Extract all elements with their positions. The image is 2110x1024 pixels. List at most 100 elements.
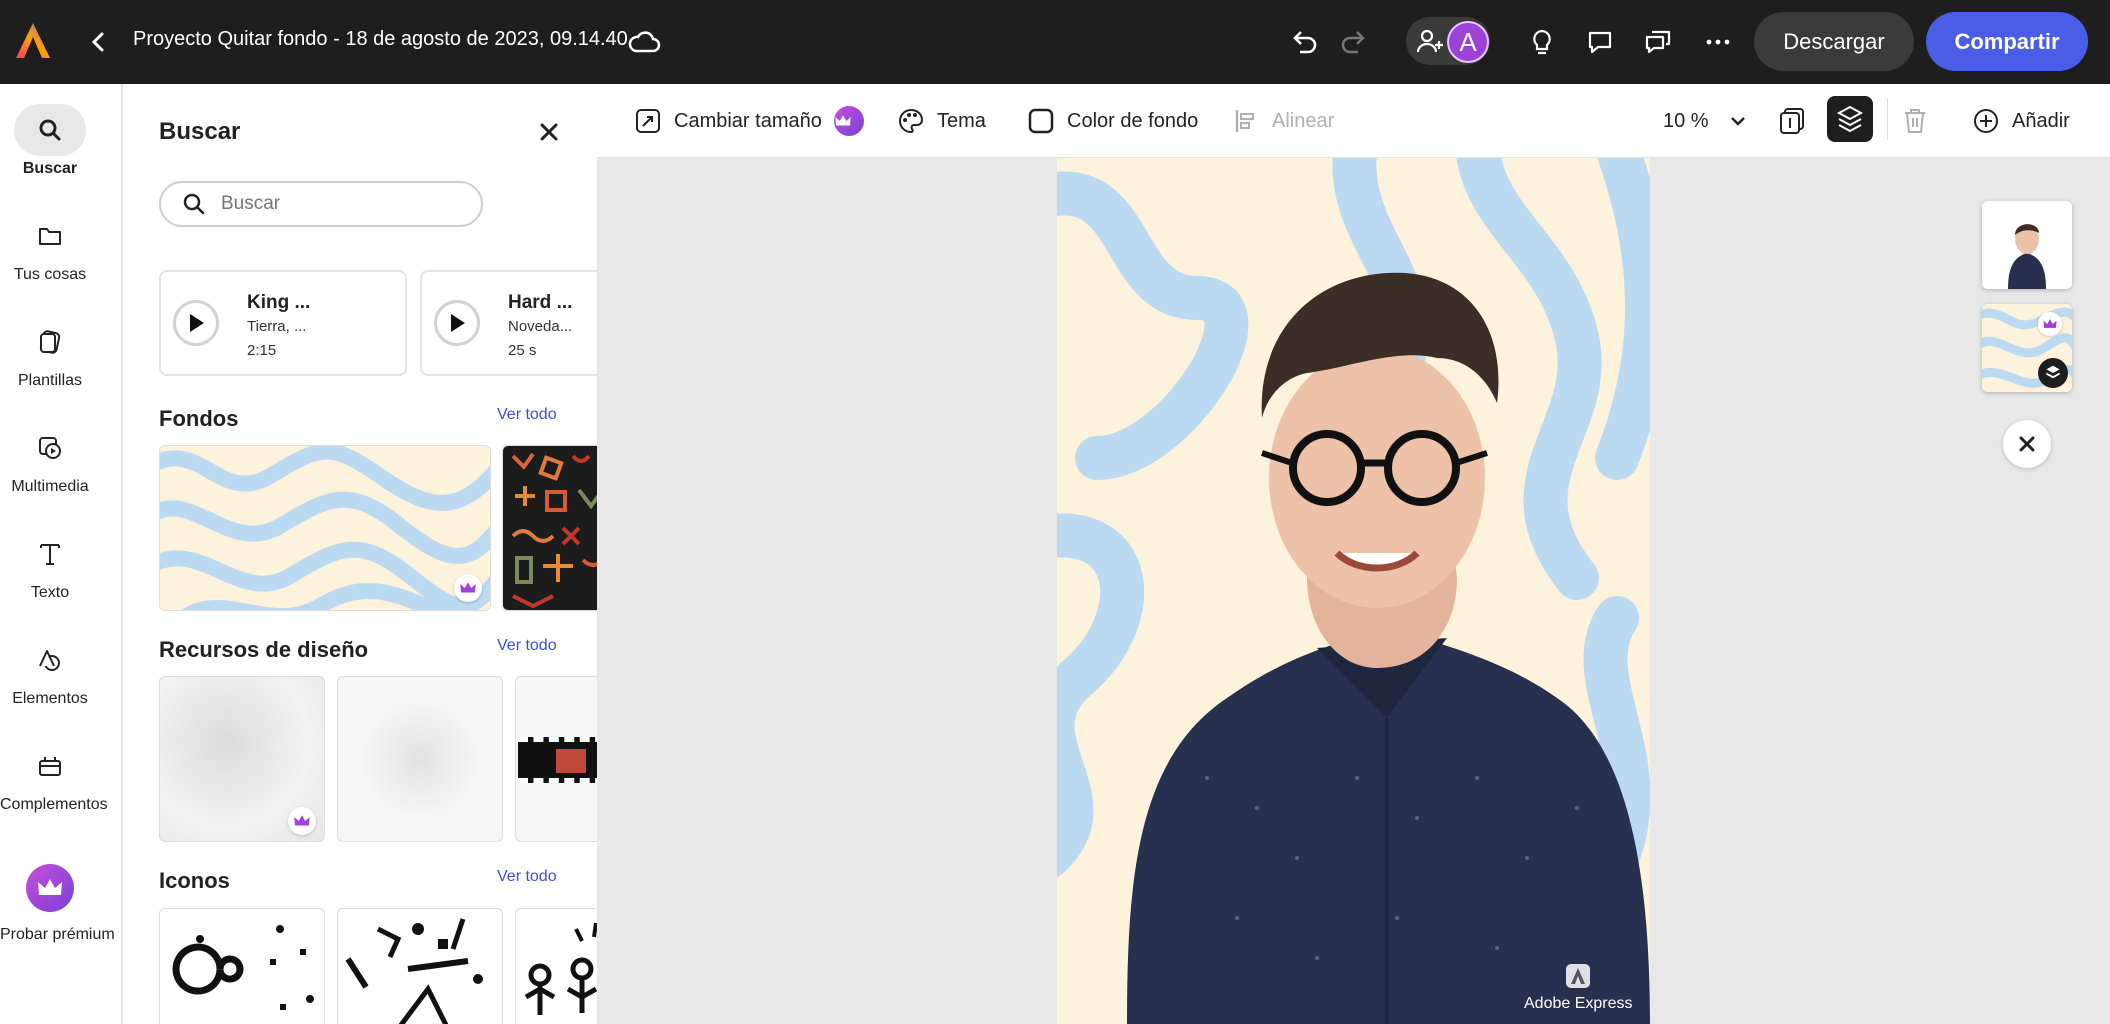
rail-item-label: Tus cosas [13, 266, 87, 283]
theme-button[interactable]: Tema [897, 102, 986, 140]
search-field[interactable] [159, 181, 483, 227]
back-chevron-icon[interactable] [86, 26, 110, 58]
comment-icon[interactable] [1580, 22, 1620, 62]
rail-item-media[interactable]: Multimedia [0, 422, 100, 496]
section-title-icons: Iconos [159, 868, 230, 893]
background-color-label: Color de fondo [1067, 109, 1199, 132]
adobe-express-watermark: Adobe Express [1524, 962, 1633, 1013]
play-icon[interactable] [173, 300, 219, 346]
add-button[interactable]: Añadir [1972, 102, 2070, 140]
zoom-select[interactable]: 10 % [1663, 102, 1749, 140]
play-icon[interactable] [434, 300, 480, 346]
pages-button[interactable] [1777, 102, 1819, 140]
search-input[interactable] [221, 193, 461, 215]
comments-panel-icon[interactable] [1638, 22, 1678, 62]
palette-icon [899, 108, 924, 134]
background-thumbnail[interactable] [159, 445, 491, 611]
zoom-value: 10 % [1663, 109, 1709, 132]
add-label: Añadir [2012, 109, 2070, 132]
user-avatar[interactable]: A [1447, 21, 1489, 63]
premium-crown-icon [288, 807, 316, 835]
music-title: Hard ... [508, 292, 573, 313]
premium-crown-icon [2038, 312, 2062, 336]
templates-icon [14, 316, 86, 368]
resize-icon [636, 109, 660, 133]
more-icon[interactable] [1698, 22, 1738, 62]
icon-thumbnail[interactable] [515, 908, 597, 1024]
music-title: King ... [247, 292, 311, 313]
watermark-text: Adobe Express [1524, 995, 1633, 1012]
see-all-icons-link[interactable]: Ver todo [497, 868, 557, 886]
folder-icon [14, 210, 86, 262]
background-thumbnail[interactable] [502, 445, 597, 611]
resize-label: Cambiar tamaño [674, 109, 822, 132]
trash-icon [1905, 109, 1925, 133]
layers-icon [2038, 358, 2068, 388]
redo-icon[interactable] [1334, 22, 1374, 62]
rail-item-your-stuff[interactable]: Tus cosas [0, 210, 100, 284]
top-bar: Proyecto Quitar fondo - 18 de agosto de … [0, 0, 2110, 84]
align-left-icon [1235, 110, 1254, 132]
search-icon [183, 193, 205, 215]
music-card[interactable]: Hard ... Noveda... 25 s [420, 270, 597, 376]
layers-button[interactable] [1827, 96, 1873, 142]
rail-item-addons[interactable]: Complementos [0, 740, 108, 814]
align-label: Alinear [1272, 109, 1335, 132]
rail-item-label: Multimedia [11, 478, 89, 495]
icon-thumbnail[interactable] [337, 908, 503, 1024]
rail-item-text[interactable]: Texto [0, 528, 100, 602]
rail-item-elements[interactable]: Elementos [0, 634, 100, 708]
close-panel-icon[interactable] [533, 116, 565, 148]
rail-item-label: Texto [30, 584, 70, 601]
editor-toolbar: Cambiar tamaño Tema Color de fondo Aline… [597, 84, 2110, 158]
section-title-design-assets: Recursos de diseño [159, 637, 369, 662]
rail-item-label: Probar prémium [0, 926, 115, 943]
rail-item-templates[interactable]: Plantillas [0, 316, 100, 390]
premium-crown-icon [454, 574, 482, 602]
design-asset-thumbnail[interactable] [515, 676, 597, 842]
music-duration: 2:15 [247, 342, 277, 359]
music-subtitle: Noveda... [508, 318, 573, 335]
share-button[interactable]: Compartir [1926, 12, 2088, 71]
align-button[interactable]: Alinear [1232, 102, 1334, 140]
adobe-express-watermark-icon [1566, 964, 1591, 988]
media-icon [14, 422, 86, 474]
section-title-backgrounds: Fondos [159, 406, 239, 431]
page-thumbnail-layer-background[interactable] [1982, 304, 2072, 392]
lightbulb-icon[interactable] [1522, 22, 1562, 62]
undo-icon[interactable] [1284, 22, 1324, 62]
rail-item-label: Plantillas [17, 372, 83, 389]
design-canvas[interactable] [1057, 158, 1650, 1024]
background-color-icon [1028, 108, 1054, 134]
rail-item-label: Complementos [0, 796, 108, 813]
elements-icon [14, 634, 86, 686]
crown-icon [26, 864, 74, 912]
toolbar-divider [1887, 98, 1888, 140]
page-thumbnail-layer-photo[interactable] [1982, 201, 2072, 289]
download-button[interactable]: Descargar [1754, 12, 1914, 71]
addons-icon [14, 740, 86, 792]
project-title[interactable]: Proyecto Quitar fondo - 18 de agosto de … [133, 28, 628, 51]
design-asset-thumbnail[interactable] [159, 676, 325, 842]
background-color-button[interactable]: Color de fondo [1027, 102, 1198, 140]
icon-thumbnail[interactable] [159, 908, 325, 1024]
cloud-sync-icon[interactable] [626, 24, 662, 60]
premium-crown-icon [833, 106, 864, 136]
chevron-down-icon [1730, 117, 1745, 126]
rail-item-label: Buscar [22, 160, 78, 177]
music-duration: 25 s [508, 342, 537, 359]
music-subtitle: Tierra, ... [247, 318, 307, 335]
pages-icon [1780, 108, 1804, 134]
see-all-design-assets-link[interactable]: Ver todo [497, 637, 557, 655]
music-card[interactable]: King ... Tierra, ... 2:15 [159, 270, 407, 376]
resize-button[interactable]: Cambiar tamaño [634, 102, 864, 140]
rail-item-search[interactable]: Buscar [0, 104, 100, 178]
rail-item-label: Elementos [12, 690, 88, 707]
rail-item-try-premium[interactable]: Probar prémium [0, 864, 115, 944]
search-panel: Buscar King ... Tierra, ... 2:15 Hard ..… [123, 84, 597, 1024]
see-all-backgrounds-link[interactable]: Ver todo [497, 406, 557, 424]
design-asset-thumbnail[interactable] [337, 676, 503, 842]
delete-button[interactable] [1902, 102, 1940, 140]
adobe-express-logo-icon[interactable] [12, 20, 54, 62]
close-layers-icon[interactable] [2003, 420, 2051, 468]
